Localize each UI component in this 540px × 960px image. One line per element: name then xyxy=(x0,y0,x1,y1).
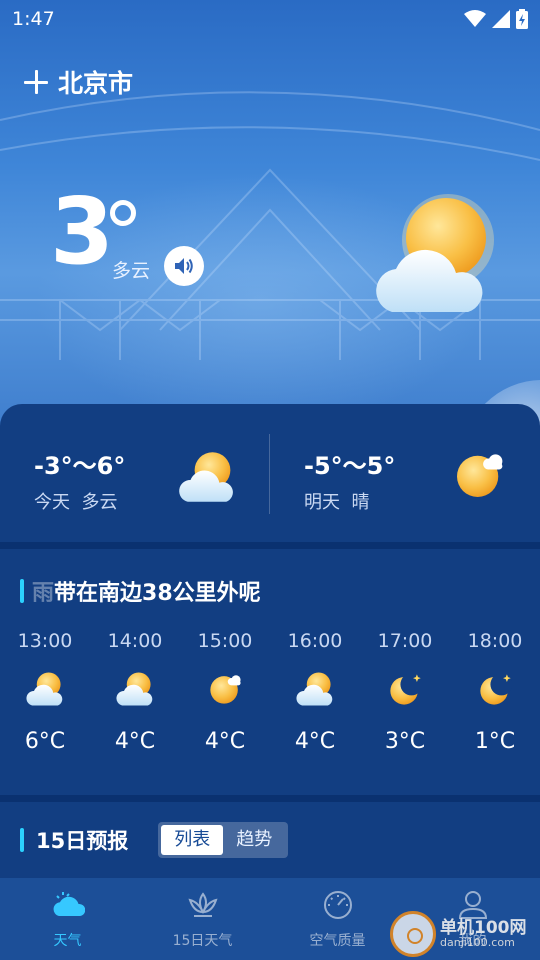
city-selector[interactable]: 北京市 xyxy=(24,64,133,100)
hour-temp: 6°C xyxy=(24,729,66,754)
hour-item[interactable]: 15:00 4°C xyxy=(180,629,270,754)
hour-temp: 4°C xyxy=(204,729,246,754)
partly-cloudy-icon xyxy=(376,194,494,312)
current-condition: 多云 xyxy=(112,260,151,282)
partly-cloudy-icon xyxy=(293,667,337,711)
hour-time: 15:00 xyxy=(197,630,253,652)
partly-cloudy-icon xyxy=(113,667,157,711)
hour-item[interactable]: 16:00 4°C xyxy=(270,629,360,754)
partly-cloudy-icon xyxy=(23,667,67,711)
hour-item[interactable]: 18:00 1°C xyxy=(450,629,540,754)
forecast-card[interactable]: 15日预报 列表 趋势 xyxy=(0,802,540,878)
tomorrow-summary[interactable]: -5°～5° 明天 晴 xyxy=(270,404,540,542)
today-label: 今天 多云 xyxy=(34,492,118,513)
degree-symbol xyxy=(110,200,136,226)
hour-time: 16:00 xyxy=(287,630,343,652)
nav-air-quality[interactable]: 空气质量 xyxy=(270,878,405,960)
sunny-icon xyxy=(446,442,512,508)
alert-text: 带在南边38公里外呢 xyxy=(54,581,261,606)
speaker-button[interactable] xyxy=(164,246,204,286)
status-time: 1:47 xyxy=(12,8,55,30)
nav-label: 空气质量 xyxy=(309,933,366,949)
moon-icon xyxy=(473,667,517,711)
partly-cloudy-icon xyxy=(174,444,240,510)
hour-item[interactable]: 14:00 4°C xyxy=(90,629,180,754)
hour-time: 14:00 xyxy=(107,630,163,652)
watermark: 单机100网 danji100.com xyxy=(390,908,540,960)
wifi-icon xyxy=(464,10,486,27)
hour-temp: 3°C xyxy=(384,729,426,754)
accent-bar xyxy=(20,828,24,852)
watermark-name: 单机100网 xyxy=(440,917,527,938)
daily-summary-card[interactable]: -3°～6° 今天 多云 -5°～5° 明天 晴 xyxy=(0,404,540,542)
moon-icon xyxy=(383,667,427,711)
today-range: -3°～6° xyxy=(34,452,126,480)
forecast-title: 15日预报 xyxy=(36,829,129,853)
tomorrow-label: 明天 晴 xyxy=(304,492,370,513)
hour-temp: 4°C xyxy=(294,729,336,754)
nav-label: 天气 xyxy=(53,933,82,949)
lotus-icon xyxy=(187,892,218,917)
tab-list[interactable]: 列表 xyxy=(161,825,224,855)
signal-icon xyxy=(492,10,510,28)
watermark-logo xyxy=(390,911,436,957)
battery-icon xyxy=(516,9,528,29)
hourly-card[interactable]: 雨带在南边38公里外呢 13:00 6°C 14:00 4°C 15:00 4°… xyxy=(0,549,540,795)
current-temperature: 3 xyxy=(50,178,115,285)
card-separator xyxy=(0,795,540,802)
speaker-icon xyxy=(175,258,193,274)
tab-trend[interactable]: 趋势 xyxy=(223,825,285,855)
nav-15day[interactable]: 15日天气 xyxy=(135,878,270,960)
city-name: 北京市 xyxy=(58,69,134,98)
hour-temp: 4°C xyxy=(114,729,156,754)
hour-time: 17:00 xyxy=(377,630,433,652)
hour-time: 13:00 xyxy=(17,630,73,652)
sunny-icon xyxy=(203,667,247,711)
watermark-url: danji100.com xyxy=(440,936,515,950)
status-bar: 1:47 xyxy=(0,0,540,38)
hour-time: 18:00 xyxy=(467,630,523,652)
alert-faded-text: 雨 xyxy=(32,581,55,606)
nav-weather[interactable]: 天气 xyxy=(0,878,135,960)
card-separator xyxy=(0,542,540,549)
accent-bar xyxy=(20,579,24,603)
tomorrow-range: -5°～5° xyxy=(304,452,396,480)
hour-temp: 1°C xyxy=(474,729,516,754)
plus-icon[interactable] xyxy=(24,70,48,94)
cloud-icon xyxy=(53,892,85,916)
hour-item[interactable]: 17:00 3°C xyxy=(360,629,450,754)
hourly-list[interactable]: 13:00 6°C 14:00 4°C 15:00 4°C 16:00 4°C … xyxy=(0,629,540,769)
gauge-icon xyxy=(323,891,352,919)
hour-item[interactable]: 13:00 6°C xyxy=(0,629,90,754)
nav-label: 15日天气 xyxy=(172,933,233,949)
precipitation-alert[interactable]: 雨带在南边38公里外呢 xyxy=(20,575,261,607)
view-toggle[interactable]: 列表 趋势 xyxy=(158,822,289,858)
today-summary[interactable]: -3°～6° 今天 多云 xyxy=(0,404,269,542)
